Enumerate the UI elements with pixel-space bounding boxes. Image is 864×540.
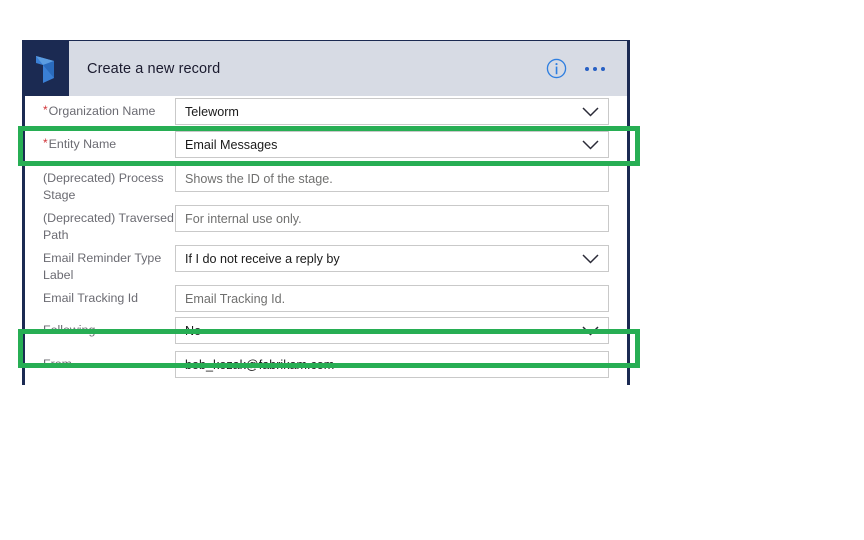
- organization-name-value: Teleworm: [185, 104, 239, 119]
- field-label-id-for-template-used: ID for template used: [25, 383, 175, 385]
- field-label-email-tracking-id: Email Tracking Id: [43, 291, 139, 305]
- ellipsis-more-icon[interactable]: [585, 66, 605, 71]
- form-row-deprecated-traversed-path: (Deprecated) Traversed Path For internal…: [25, 203, 627, 243]
- field-label-deprecated-process-stage: (Deprecated) Process Stage: [43, 171, 164, 202]
- form-row-email-reminder-type-label: Email Reminder Type Label If I do not re…: [25, 243, 627, 283]
- field-control-wrap: No: [175, 315, 627, 346]
- entity-name-value: Email Messages: [185, 137, 278, 152]
- chevron-down-icon[interactable]: [582, 139, 599, 150]
- info-circle-icon[interactable]: [546, 58, 567, 79]
- field-control-wrap: Email Messages: [175, 129, 627, 160]
- deprecated-process-stage-placeholder: Shows the ID of the stage.: [185, 171, 333, 186]
- email-tracking-id-input[interactable]: Email Tracking Id.: [175, 285, 609, 312]
- required-asterisk: *: [43, 103, 48, 117]
- field-label-deprecated-traversed-path: (Deprecated) Traversed Path: [43, 211, 174, 242]
- email-reminder-type-dropdown[interactable]: If I do not receive a reply by: [175, 245, 609, 272]
- field-label-organization-name: *Organization Name: [43, 103, 156, 118]
- form-row-id-for-template-used: ID for template used For internal use on…: [25, 383, 627, 385]
- form-row-organization-name: *Organization Name Teleworm: [25, 96, 627, 129]
- organization-name-dropdown[interactable]: Teleworm: [175, 98, 609, 125]
- form-row-following: Following No: [25, 315, 627, 349]
- form-row-deprecated-process-stage: (Deprecated) Process Stage Shows the ID …: [25, 163, 627, 203]
- from-input[interactable]: bob_kozak@fabrikam.com: [175, 351, 609, 378]
- header-actions: [546, 58, 605, 79]
- screenshot-canvas: Create a new record *Organization Name T…: [0, 0, 864, 540]
- field-control-wrap: If I do not receive a reply by: [175, 243, 627, 274]
- deprecated-process-stage-input[interactable]: Shows the ID of the stage.: [175, 165, 609, 192]
- form-row-entity-name: *Entity Name Email Messages: [25, 129, 627, 163]
- page-title: Create a new record: [87, 60, 221, 77]
- ellipsis-dot: [585, 66, 589, 71]
- field-control-wrap: bob_kozak@fabrikam.com: [175, 349, 627, 380]
- field-label-entity-name: *Entity Name: [43, 136, 117, 151]
- following-value: No: [185, 323, 202, 338]
- field-control-wrap: Shows the ID of the stage.: [175, 163, 627, 194]
- field-control-wrap: Email Tracking Id.: [175, 283, 627, 314]
- create-record-card: Create a new record *Organization Name T…: [22, 40, 630, 385]
- ellipsis-dot: [601, 66, 605, 71]
- chevron-down-icon[interactable]: [582, 253, 599, 264]
- field-label-email-reminder-type-label: Email Reminder Type Label: [43, 251, 162, 282]
- card-header: Create a new record: [25, 41, 627, 96]
- field-control-wrap: Teleworm: [175, 96, 627, 127]
- form-row-from: From bob_kozak@fabrikam.com: [25, 349, 627, 383]
- dynamics365-logo-icon: [25, 41, 69, 96]
- chevron-down-icon[interactable]: [582, 325, 599, 336]
- field-control-wrap: For internal use only. ID for template u…: [175, 383, 627, 385]
- following-dropdown[interactable]: No: [175, 317, 609, 344]
- deprecated-traversed-path-placeholder: For internal use only.: [185, 211, 302, 226]
- field-control-wrap: For internal use only.: [175, 203, 627, 234]
- chevron-down-icon[interactable]: [582, 106, 599, 117]
- form-row-email-tracking-id: Email Tracking Id Email Tracking Id.: [25, 283, 627, 315]
- from-value: bob_kozak@fabrikam.com: [185, 357, 335, 372]
- form-body: *Organization Name Teleworm *Entity Name…: [25, 96, 627, 385]
- entity-name-dropdown[interactable]: Email Messages: [175, 131, 609, 158]
- required-asterisk: *: [43, 136, 48, 150]
- deprecated-traversed-path-input[interactable]: For internal use only.: [175, 205, 609, 232]
- email-reminder-type-value: If I do not receive a reply by: [185, 251, 340, 266]
- ellipsis-dot: [593, 66, 597, 71]
- email-tracking-id-placeholder: Email Tracking Id.: [185, 291, 286, 306]
- field-label-from: From: [43, 357, 72, 371]
- field-label-following: Following: [43, 323, 96, 337]
